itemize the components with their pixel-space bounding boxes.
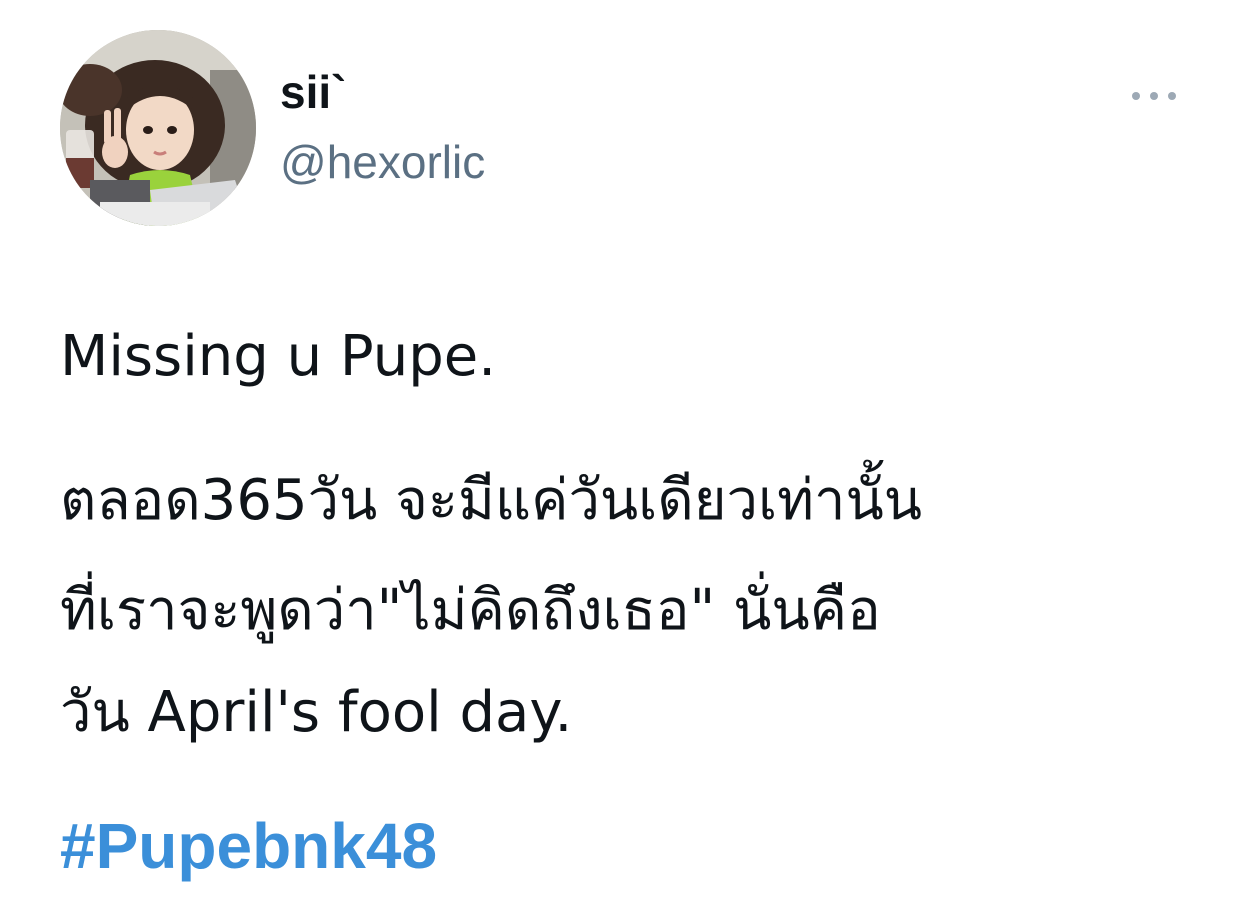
hashtag-link[interactable]: #Pupebnk48 [60, 806, 437, 886]
display-name[interactable]: sii` [280, 62, 346, 122]
tweet-text-line: Missing u Pupe. [60, 324, 496, 389]
profile-photo-icon [60, 30, 256, 226]
tweet-card: sii` @hexorlic Missing u Pupe. ตลอด365วั… [0, 0, 1242, 900]
tweet-text-line: วัน April's fool day. [60, 680, 573, 745]
tweet-text-line: ที่เราจะพูดว่า"ไม่คิดถึงเธอ" นั่นคือ [60, 578, 881, 643]
more-dots-icon [1132, 92, 1176, 100]
user-handle[interactable]: @hexorlic [280, 132, 485, 192]
more-options-button[interactable] [1126, 78, 1182, 114]
tweet-text-line: ตลอด365วัน จะมีแค่วันเดียวเท่านั้น [60, 468, 923, 533]
avatar[interactable] [60, 30, 256, 226]
